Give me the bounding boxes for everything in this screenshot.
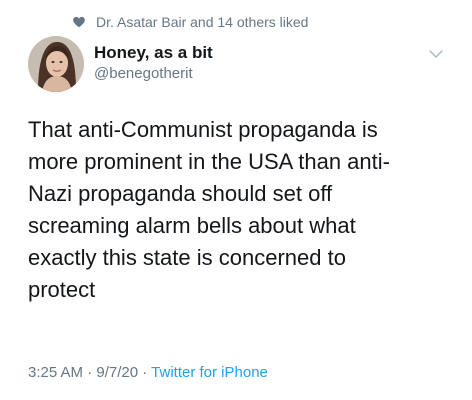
tweet-line: more prominent in the USA than anti- bbox=[28, 149, 390, 174]
tweet-source-link[interactable]: Twitter for iPhone bbox=[151, 364, 268, 381]
heart-icon bbox=[73, 16, 85, 28]
tweet-metadata: 3:25 AM · 9/7/20 · Twitter for iPhone bbox=[28, 363, 268, 383]
social-context[interactable]: Dr. Asatar Bair and 14 others liked bbox=[72, 12, 308, 32]
tweet-line: exactly this state is concerned to bbox=[28, 245, 346, 270]
tweet-line: That anti-Communist propaganda is bbox=[28, 117, 378, 142]
tweet-date[interactable]: 9/7/20 bbox=[96, 364, 138, 381]
tweet-time[interactable]: 3:25 AM bbox=[28, 364, 83, 381]
meta-separator: · bbox=[138, 364, 152, 381]
tweet-line: screaming alarm bells about what bbox=[28, 213, 356, 238]
chevron-down-icon[interactable] bbox=[428, 48, 444, 60]
meta-separator: · bbox=[83, 364, 97, 381]
avatar-image bbox=[28, 36, 84, 92]
tweet-line: protect bbox=[28, 277, 96, 302]
tweet-line: Nazi propaganda should set off bbox=[28, 181, 333, 206]
avatar[interactable] bbox=[28, 36, 84, 92]
tweet-text: That anti-Communist propaganda is more p… bbox=[28, 114, 448, 306]
author-handle[interactable]: @benegotherit bbox=[94, 64, 213, 84]
social-context-text: Dr. Asatar Bair and 14 others liked bbox=[96, 14, 309, 30]
author-display-name[interactable]: Honey, as a bit bbox=[94, 42, 213, 64]
author-block[interactable]: Honey, as a bit @benegotherit bbox=[94, 42, 213, 84]
